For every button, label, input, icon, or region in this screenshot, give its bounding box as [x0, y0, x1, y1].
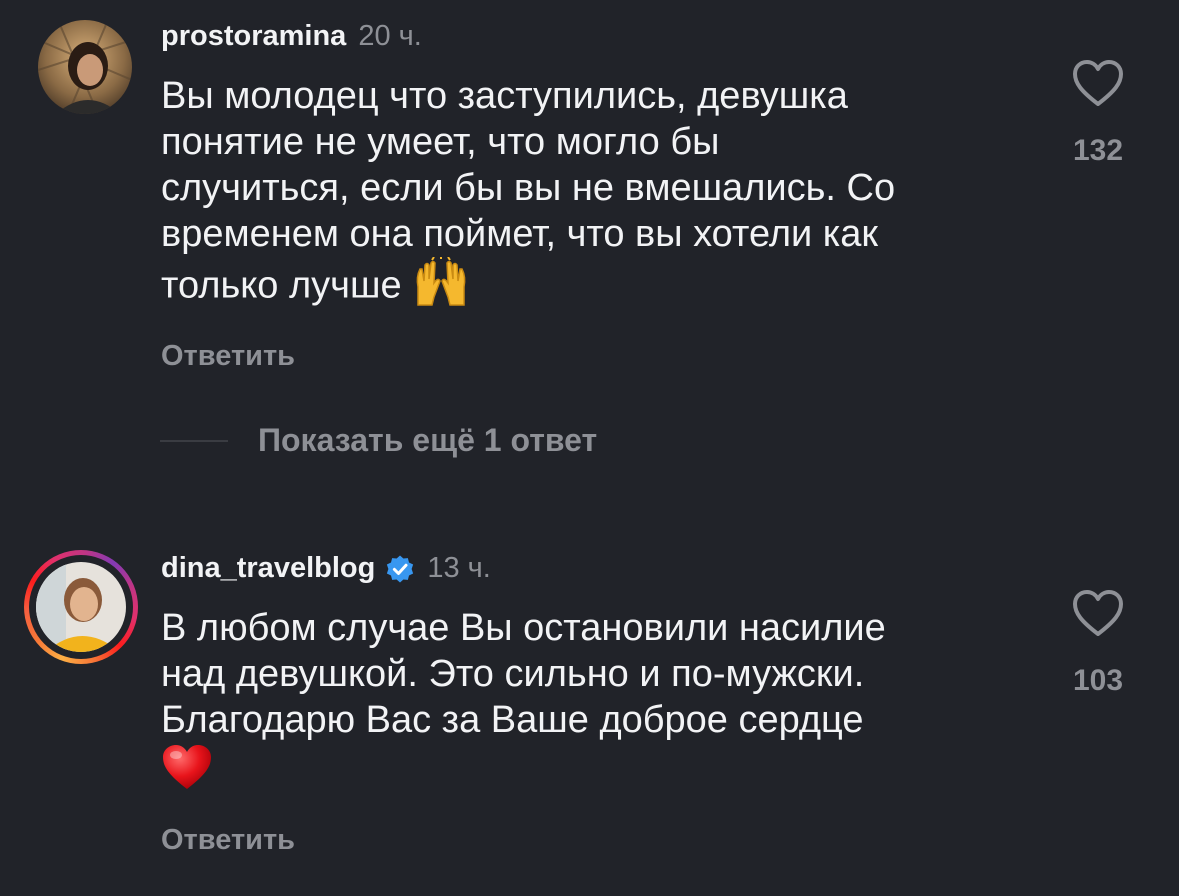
raising-hands-icon — [412, 256, 470, 318]
heart-outline-icon — [1073, 60, 1123, 106]
avatar-story-ring[interactable] — [24, 550, 138, 664]
reply-button[interactable]: Ответить — [161, 340, 295, 373]
verified-badge-icon — [387, 555, 414, 582]
avatar-photo — [38, 20, 132, 114]
show-more-replies[interactable]: Показать ещё 1 ответ — [160, 422, 597, 459]
reply-button[interactable]: Ответить — [161, 824, 295, 857]
show-more-replies-label[interactable]: Показать ещё 1 ответ — [258, 422, 597, 459]
like-button[interactable] — [1068, 588, 1128, 638]
avatar-photo — [36, 562, 126, 652]
heart-outline-icon — [1073, 590, 1123, 636]
comment-text-body: В любом случае Вы остановили насилие над… — [161, 607, 886, 741]
comment-header: prostoramina 20 ч. — [161, 20, 422, 53]
comment-header: dina_travelblog 13 ч. — [161, 552, 491, 585]
thread-divider — [160, 439, 228, 442]
comment-text: Вы молодец что заступились, девушка поня… — [161, 73, 1041, 318]
like-count: 132 — [1072, 134, 1124, 167]
username[interactable]: dina_travelblog — [161, 552, 375, 585]
avatar — [36, 562, 126, 652]
timestamp: 20 ч. — [358, 20, 422, 52]
like-count: 103 — [1072, 664, 1124, 697]
like-button[interactable] — [1068, 58, 1128, 108]
username[interactable]: prostoramina — [161, 20, 346, 53]
timestamp: 13 ч. — [427, 552, 491, 584]
avatar[interactable] — [38, 20, 132, 114]
red-heart-icon — [161, 743, 213, 802]
comment-text-body: Вы молодец что заступились, девушка поня… — [161, 75, 896, 307]
comment-text: В любом случае Вы остановили насилие над… — [161, 605, 1041, 802]
